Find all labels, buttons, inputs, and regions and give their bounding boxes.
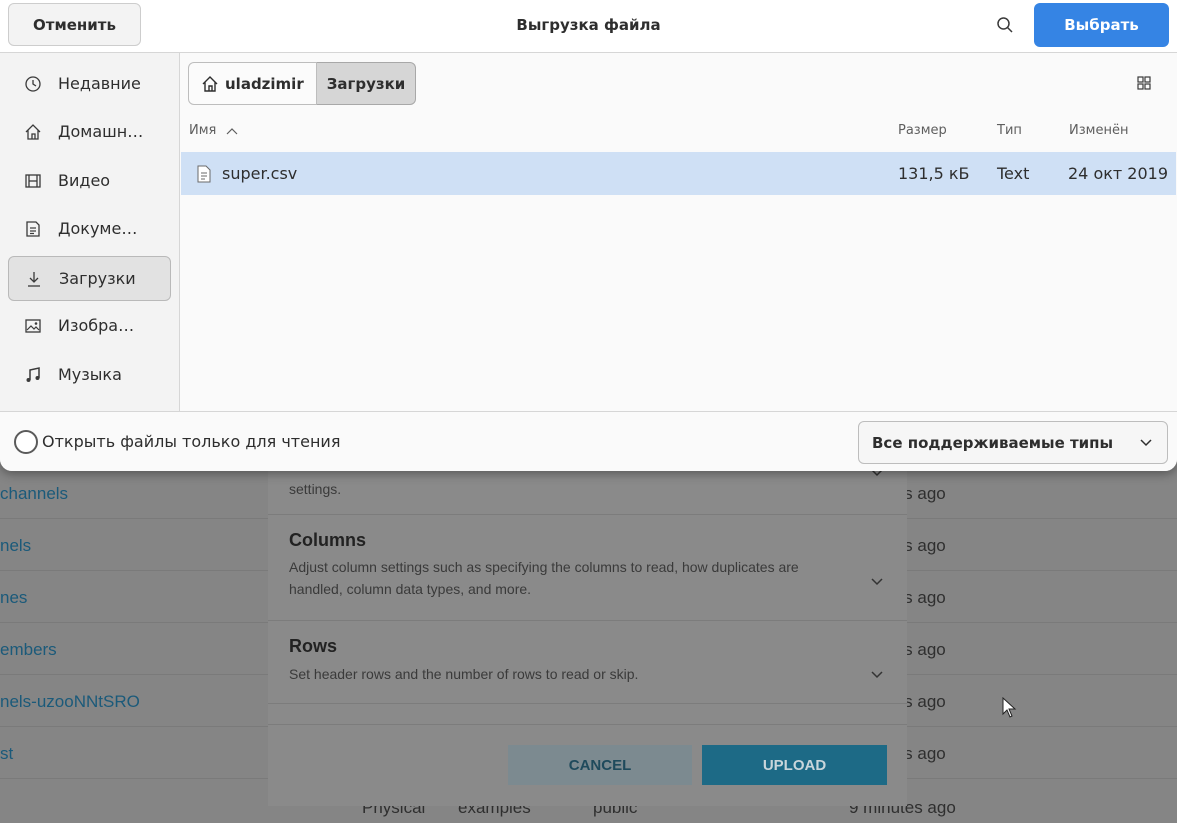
sidebar-item-home[interactable]: Домашн…	[8, 109, 171, 154]
row-name[interactable]: nels	[0, 536, 31, 556]
text-file-icon	[196, 165, 212, 183]
file-size: 131,5 кБ	[898, 164, 970, 183]
film-icon	[24, 172, 50, 190]
sort-ascending-icon	[226, 127, 238, 135]
file-filter-dropdown[interactable]: Все поддерживаемые типы	[858, 421, 1168, 464]
row-name[interactable]: channels	[0, 484, 68, 504]
column-header-name[interactable]: Имя	[189, 123, 238, 138]
sidebar-item-documents[interactable]: Докуме…	[8, 206, 171, 251]
sidebar-item-pictures[interactable]: Изобра…	[8, 303, 171, 348]
header-bar: Отменить Выгрузка файла Выбрать	[0, 0, 1177, 53]
section-description: settings.	[289, 481, 342, 497]
search-icon[interactable]	[990, 10, 1020, 40]
file-row[interactable]: super.csv 131,5 кБ Text 24 окт 2019	[181, 152, 1176, 195]
file-chooser-dialog: Отменить Выгрузка файла Выбрать Недавние…	[0, 0, 1177, 471]
row-name[interactable]: st	[0, 744, 13, 764]
path-bar: uladzimir Загрузки	[188, 62, 417, 105]
modal-cancel-button[interactable]: CANCEL	[508, 745, 692, 785]
sidebar-item-label: Недавние	[58, 74, 141, 93]
row-name[interactable]: nes	[0, 588, 27, 608]
sidebar-item-label: Музыка	[58, 365, 122, 384]
section-title: Rows	[289, 636, 338, 656]
path-button-current[interactable]: Загрузки	[316, 62, 417, 105]
grid-view-icon[interactable]	[1136, 75, 1156, 95]
columns-section[interactable]: Columns Adjust column settings such as s…	[268, 515, 907, 621]
filter-label: Все поддерживаемые типы	[872, 433, 1114, 452]
file-name: super.csv	[222, 164, 298, 183]
path-home-label: uladzimir	[225, 74, 304, 93]
divider	[268, 704, 907, 725]
places-sidebar: Недавние Домашн… Видео Докуме… Загрузки	[0, 53, 180, 411]
sidebar-item-music[interactable]: Музыка	[8, 352, 171, 397]
music-icon	[24, 366, 50, 384]
sidebar-item-label: Загрузки	[59, 269, 136, 288]
column-header-size[interactable]: Размер	[898, 123, 947, 138]
column-header-modified[interactable]: Изменён	[1069, 123, 1128, 138]
readonly-checkbox[interactable]	[14, 430, 38, 454]
section-description: Set header rows and the number of rows t…	[289, 666, 639, 682]
chevron-down-icon[interactable]	[870, 575, 884, 591]
sidebar-item-downloads[interactable]: Загрузки	[8, 256, 171, 301]
mouse-cursor-icon	[1002, 696, 1018, 723]
row-name[interactable]: nels-uzooNNtSRO	[0, 692, 140, 712]
sidebar-item-label: Докуме…	[58, 219, 138, 238]
image-icon	[24, 317, 50, 335]
column-header-type[interactable]: Тип	[997, 123, 1022, 138]
sidebar-item-label: Изобра…	[58, 316, 135, 335]
section-description: Adjust column settings such as specifyin…	[289, 559, 799, 597]
file-name-cell: super.csv	[196, 152, 297, 195]
download-icon	[25, 270, 51, 288]
upload-modal: settings. Columns Adjust column settings…	[268, 460, 907, 806]
modal-upload-button[interactable]: UPLOAD	[702, 745, 887, 785]
row-name[interactable]: embers	[0, 640, 57, 660]
chevron-down-icon	[1139, 435, 1153, 453]
file-type: Text	[997, 164, 1030, 183]
sidebar-item-label: Видео	[58, 171, 111, 190]
sidebar-item-recent[interactable]: Недавние	[8, 61, 171, 106]
chevron-down-icon[interactable]	[870, 668, 884, 684]
home-icon	[24, 123, 50, 141]
rows-section[interactable]: Rows Set header rows and the number of r…	[268, 621, 907, 704]
file-modified: 24 окт 2019	[1068, 164, 1169, 183]
section-title: Columns	[289, 530, 367, 550]
sidebar-item-label: Домашн…	[58, 122, 144, 141]
cancel-button[interactable]: Отменить	[8, 3, 141, 46]
sidebar-item-videos[interactable]: Видео	[8, 158, 171, 203]
document-icon	[24, 220, 50, 238]
choose-button[interactable]: Выбрать	[1034, 3, 1169, 47]
dialog-footer: Открыть файлы только для чтения Все подд…	[0, 411, 1177, 471]
path-button-home[interactable]: uladzimir	[188, 62, 317, 105]
home-icon	[201, 75, 219, 93]
column-header-label: Имя	[189, 123, 217, 138]
clock-icon	[24, 75, 50, 93]
readonly-label[interactable]: Открыть файлы только для чтения	[42, 430, 340, 454]
